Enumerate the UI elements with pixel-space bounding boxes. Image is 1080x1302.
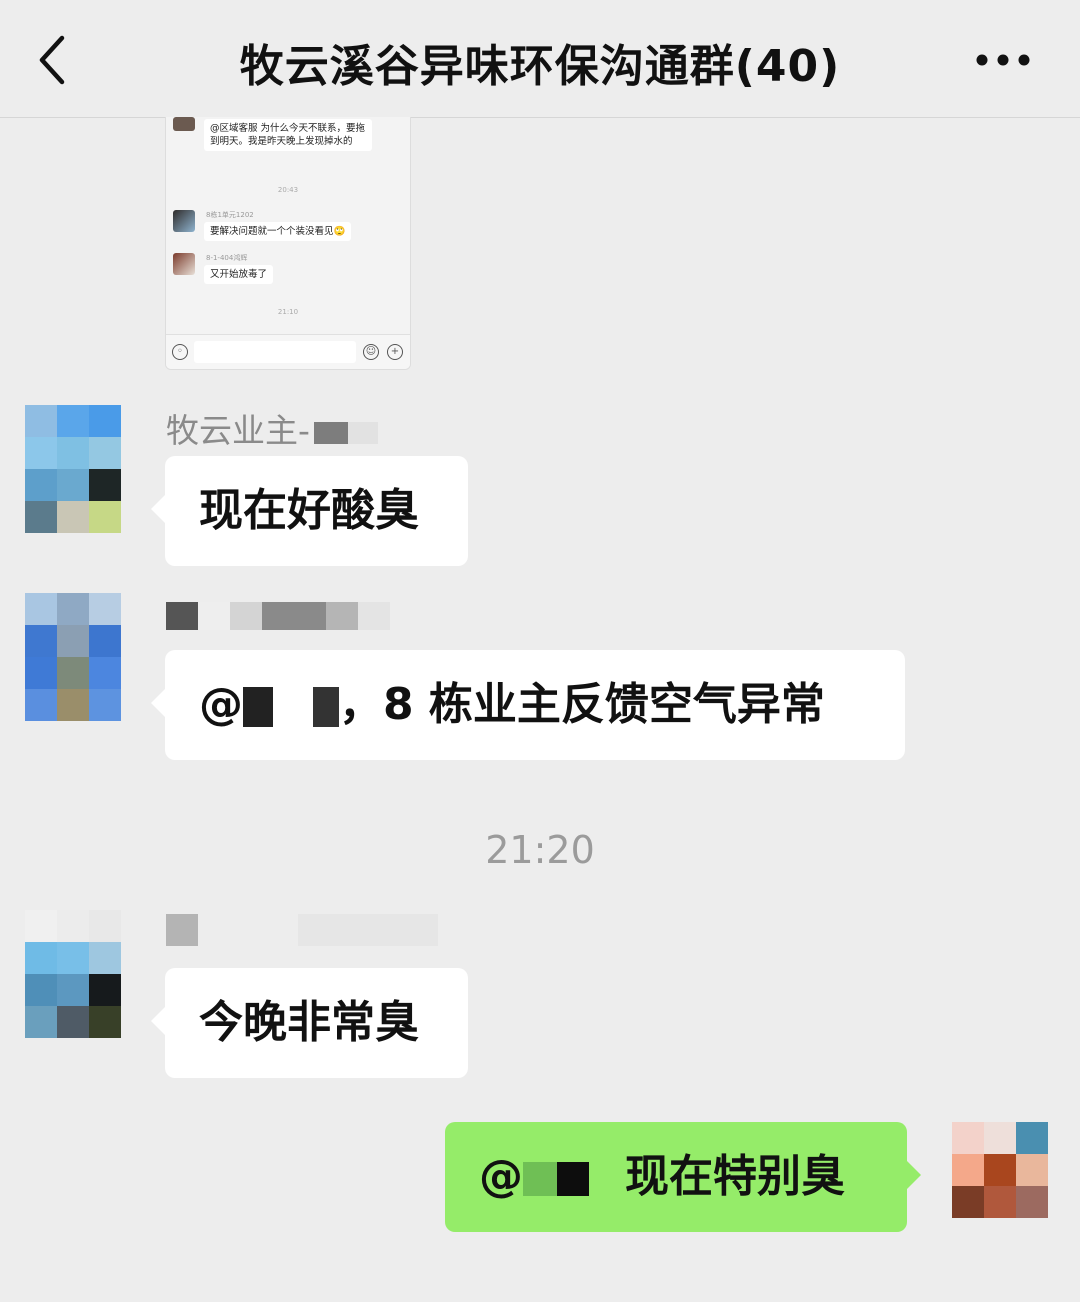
avatar xyxy=(173,210,195,232)
redacted-mosaic xyxy=(589,1162,625,1196)
message-text: 现在好酸臭 xyxy=(199,485,419,536)
sender-name xyxy=(166,908,438,947)
quoted-input-bar: ◦ ☺ + xyxy=(166,334,410,369)
redacted-mosaic xyxy=(523,1162,557,1196)
message-bubble[interactable]: @ ，8 栋业主反馈空气异常 xyxy=(151,650,905,760)
redacted-mosaic xyxy=(313,687,339,727)
redacted-mosaic xyxy=(326,601,358,630)
redacted-mosaic xyxy=(243,687,273,727)
chat-timestamp: 21:20 xyxy=(485,828,595,872)
quoted-message-1: @区域客服 为什么今天不联系，要拖到明天。我是昨天晚上发现掉水的 xyxy=(204,119,372,151)
redacted-mosaic xyxy=(198,601,230,630)
redacted-mosaic xyxy=(298,913,438,946)
chat-header: 牧云溪谷异味环保沟通群(40) xyxy=(0,0,1080,118)
redacted-mosaic xyxy=(557,1162,589,1196)
avatar[interactable] xyxy=(25,910,121,1038)
plus-icon: + xyxy=(387,344,403,360)
voice-icon: ◦ xyxy=(172,344,188,360)
quoted-input-field xyxy=(194,341,356,363)
quoted-sender-3: 8-1-404鸿辉 xyxy=(206,254,248,262)
my-avatar[interactable] xyxy=(952,1122,1048,1228)
redacted-mosaic xyxy=(198,913,298,946)
quoted-sender-2: 8栋1单元1202 xyxy=(206,211,254,219)
quoted-timestamp-1: 20:43 xyxy=(277,186,299,194)
chat-title: 牧云溪谷异味环保沟通群(40) xyxy=(239,41,841,92)
redacted-mosaic xyxy=(166,913,198,946)
message-text: 今晚非常臭 xyxy=(199,997,419,1048)
message-bubble[interactable]: 今晚非常臭 xyxy=(151,968,468,1078)
redacted-mosaic xyxy=(313,421,348,444)
redacted-mosaic xyxy=(262,601,326,630)
avatar[interactable] xyxy=(25,405,121,533)
message-bubble[interactable]: 现在好酸臭 xyxy=(151,456,468,566)
chevron-left-icon[interactable] xyxy=(34,34,74,86)
avatar[interactable] xyxy=(25,593,121,721)
quoted-message-3: 又开始放毒了 xyxy=(204,265,274,284)
redacted-mosaic xyxy=(358,601,390,630)
message-text: ，8 栋业主反馈空气异常 xyxy=(339,679,825,730)
message-text: 现在特别臭 xyxy=(625,1151,845,1202)
my-message-bubble[interactable]: @ 现在特别臭 xyxy=(445,1122,921,1232)
mention-at: @ xyxy=(479,1151,523,1202)
sender-name xyxy=(166,594,390,633)
more-dots-icon[interactable] xyxy=(976,50,1030,70)
redacted-mosaic xyxy=(273,687,313,727)
avatar xyxy=(173,117,195,131)
redacted-mosaic xyxy=(347,421,378,444)
avatar xyxy=(173,253,195,275)
redacted-mosaic xyxy=(230,601,262,630)
emoji-icon: ☺ xyxy=(363,344,379,360)
image-message[interactable]: @区域客服 为什么今天不联系，要拖到明天。我是昨天晚上发现掉水的 20:43 8… xyxy=(165,117,411,370)
quoted-timestamp-2: 21:10 xyxy=(277,308,299,316)
mention-at: @ xyxy=(199,679,243,730)
sender-name-text: 牧云业主- xyxy=(166,411,310,450)
sender-name: 牧云业主- xyxy=(166,404,378,452)
redacted-mosaic xyxy=(166,601,198,630)
quoted-message-2: 要解决问题就一个个装没看见🙄 xyxy=(204,222,352,241)
